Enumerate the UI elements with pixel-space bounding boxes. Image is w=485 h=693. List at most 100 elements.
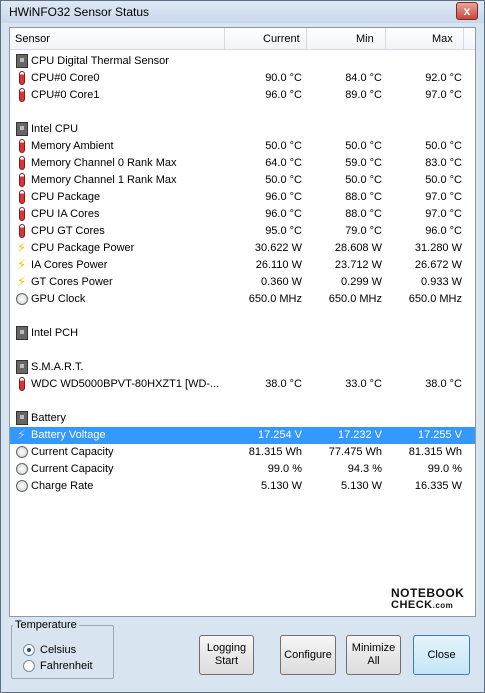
sensor-row[interactable]: CPU IA Cores 96.0 °C 88.0 °C 97.0 °C — [10, 206, 475, 223]
window-close-button[interactable]: x — [456, 2, 478, 20]
sensor-min-value: 0.299 W — [341, 276, 382, 288]
configure-button[interactable]: Configure — [280, 635, 336, 675]
sensor-label: Memory Channel 0 Rank Max — [31, 157, 177, 169]
window-title: HWiNFO32 Sensor Status — [9, 5, 150, 19]
sensor-max-value: 92.0 °C — [425, 72, 462, 84]
sensor-current-value: 50.0 °C — [265, 174, 302, 186]
logo-line-2: CHECK.com — [391, 599, 454, 611]
sensor-label: Current Capacity — [31, 463, 114, 475]
sensor-row[interactable]: Charge Rate 5.130 W 5.130 W 16.335 W — [10, 478, 475, 495]
gauge-icon — [16, 446, 28, 458]
sensor-group-row[interactable]: Intel PCH — [10, 325, 475, 342]
sensor-label: CPU IA Cores — [31, 208, 100, 220]
column-header-sensor[interactable]: Sensor — [15, 33, 50, 45]
sensor-row[interactable]: CPU#0 Core1 96.0 °C 89.0 °C 97.0 °C — [10, 87, 475, 104]
sensor-max-value: 50.0 °C — [425, 174, 462, 186]
sensor-row[interactable]: ⚡ GT Cores Power 0.360 W 0.299 W 0.933 W — [10, 274, 475, 291]
minimize-all-button[interactable]: Minimize All — [346, 635, 401, 675]
thermometer-icon — [19, 173, 25, 187]
celsius-radio[interactable] — [23, 644, 35, 656]
chip-icon — [16, 54, 28, 68]
sensor-label: Charge Rate — [31, 480, 94, 492]
sensor-max-value: 81.315 Wh — [408, 446, 462, 458]
sensor-group-row[interactable]: Intel CPU — [10, 121, 475, 138]
chip-icon — [16, 411, 28, 425]
bolt-icon: ⚡ — [17, 240, 27, 255]
sensor-label: CPU Package — [31, 191, 101, 203]
sensor-current-value: 50.0 °C — [265, 140, 302, 152]
sensor-row[interactable]: Current Capacity 99.0 % 94.3 % 99.0 % — [10, 461, 475, 478]
sensor-group-row[interactable]: Battery — [10, 410, 475, 427]
sensor-label: WDC WD5000BPVT-80HXZT1 [WD-... — [31, 378, 220, 390]
sensor-current-value: 96.0 °C — [265, 191, 302, 203]
sensor-current-value: 90.0 °C — [265, 72, 302, 84]
sensor-min-value: 59.0 °C — [345, 157, 382, 169]
sensor-max-value: 99.0 % — [427, 463, 462, 475]
thermometer-icon — [19, 156, 25, 170]
sensor-current-value: 81.315 Wh — [248, 446, 302, 458]
thermometer-icon — [19, 88, 25, 102]
fahrenheit-radio[interactable] — [23, 660, 35, 672]
sensor-row[interactable]: ⚡ Battery Voltage 17.254 V 17.232 V 17.255 V — [10, 427, 475, 444]
column-header-current[interactable]: Current — [263, 33, 300, 45]
sensor-min-value: 28.608 W — [334, 242, 382, 254]
sensor-group-row[interactable]: CPU Digital Thermal Sensor — [10, 53, 475, 70]
sensor-max-value: 96.0 °C — [425, 225, 462, 237]
sensor-row[interactable]: Memory Channel 1 Rank Max 50.0 °C 50.0 °C 5… — [10, 172, 475, 189]
sensor-row[interactable]: GPU Clock 650.0 MHz 650.0 MHz 650.0 MHz — [10, 291, 475, 308]
gauge-icon — [16, 463, 28, 475]
sensor-row[interactable]: Current Capacity 81.315 Wh 77.475 Wh 81.315… — [10, 444, 475, 461]
column-header-min[interactable]: Min — [356, 33, 374, 45]
sensor-max-value: 26.672 W — [414, 259, 462, 271]
sensor-label: CPU#0 Core0 — [31, 72, 100, 84]
sensor-rows: CPU Digital Thermal Sensor CPU#0 Core0 90.… — [10, 53, 475, 495]
sensor-group-row[interactable]: S.M.A.R.T. — [10, 359, 475, 376]
chip-icon — [16, 360, 28, 374]
thermometer-icon — [19, 377, 25, 391]
sensor-label: CPU Digital Thermal Sensor — [31, 55, 169, 67]
sensor-min-value: 23.712 W — [334, 259, 382, 271]
sensor-label: IA Cores Power — [31, 259, 108, 271]
sensor-min-value: 89.0 °C — [345, 89, 382, 101]
sensor-max-value: 83.0 °C — [425, 157, 462, 169]
sensor-label: CPU GT Cores — [31, 225, 105, 237]
blank-row — [10, 308, 475, 325]
sensor-row[interactable]: ⚡ IA Cores Power 26.110 W 23.712 W 26.672 W — [10, 257, 475, 274]
sensor-min-value: 77.475 Wh — [328, 446, 382, 458]
sensor-max-value: 50.0 °C — [425, 140, 462, 152]
temperature-group-title: Temperature — [13, 619, 79, 631]
column-header-max[interactable]: Max — [432, 33, 453, 45]
sensor-current-value: 96.0 °C — [265, 208, 302, 220]
sensor-current-value: 30.622 W — [254, 242, 302, 254]
sensor-min-value: 94.3 % — [347, 463, 382, 475]
sensor-row[interactable]: CPU#0 Core0 90.0 °C 84.0 °C 92.0 °C — [10, 70, 475, 87]
chip-icon — [16, 326, 28, 340]
close-button[interactable]: Close — [413, 635, 470, 675]
thermometer-icon — [19, 139, 25, 153]
sensor-row[interactable]: WDC WD5000BPVT-80HXZT1 [WD-... 38.0 °C 33.… — [10, 376, 475, 393]
sensor-label: Battery Voltage — [31, 429, 106, 441]
sensor-min-value: 650.0 MHz — [328, 293, 382, 305]
sensor-status-window: HWiNFO32 Sensor Status x Sensor Current … — [0, 0, 485, 693]
sensor-label: S.M.A.R.T. — [31, 361, 84, 373]
sensor-row[interactable]: ⚡ CPU Package Power 30.622 W 28.608 W 31.280… — [10, 240, 475, 257]
sensor-max-value: 38.0 °C — [425, 378, 462, 390]
blank-row — [10, 104, 475, 121]
logging-start-button[interactable]: Logging Start — [199, 635, 254, 675]
sensor-max-value: 97.0 °C — [425, 208, 462, 220]
sensor-current-value: 650.0 MHz — [248, 293, 302, 305]
blank-row — [10, 393, 475, 410]
sensor-label: CPU Package Power — [31, 242, 135, 254]
sensor-label: Battery — [31, 412, 66, 424]
sensor-label: Intel PCH — [31, 327, 79, 339]
sensor-label: Memory Ambient — [31, 140, 114, 152]
sensor-current-value: 99.0 % — [267, 463, 302, 475]
sensor-row[interactable]: CPU GT Cores 95.0 °C 79.0 °C 96.0 °C — [10, 223, 475, 240]
blank-row — [10, 342, 475, 359]
table-header: Sensor Current Min Max — [10, 28, 475, 50]
sensor-max-value: 97.0 °C — [425, 191, 462, 203]
sensor-label: CPU#0 Core1 — [31, 89, 100, 101]
sensor-row[interactable]: Memory Ambient 50.0 °C 50.0 °C 50.0 °C — [10, 138, 475, 155]
sensor-row[interactable]: Memory Channel 0 Rank Max 64.0 °C 59.0 °C 8… — [10, 155, 475, 172]
sensor-row[interactable]: CPU Package 96.0 °C 88.0 °C 97.0 °C — [10, 189, 475, 206]
